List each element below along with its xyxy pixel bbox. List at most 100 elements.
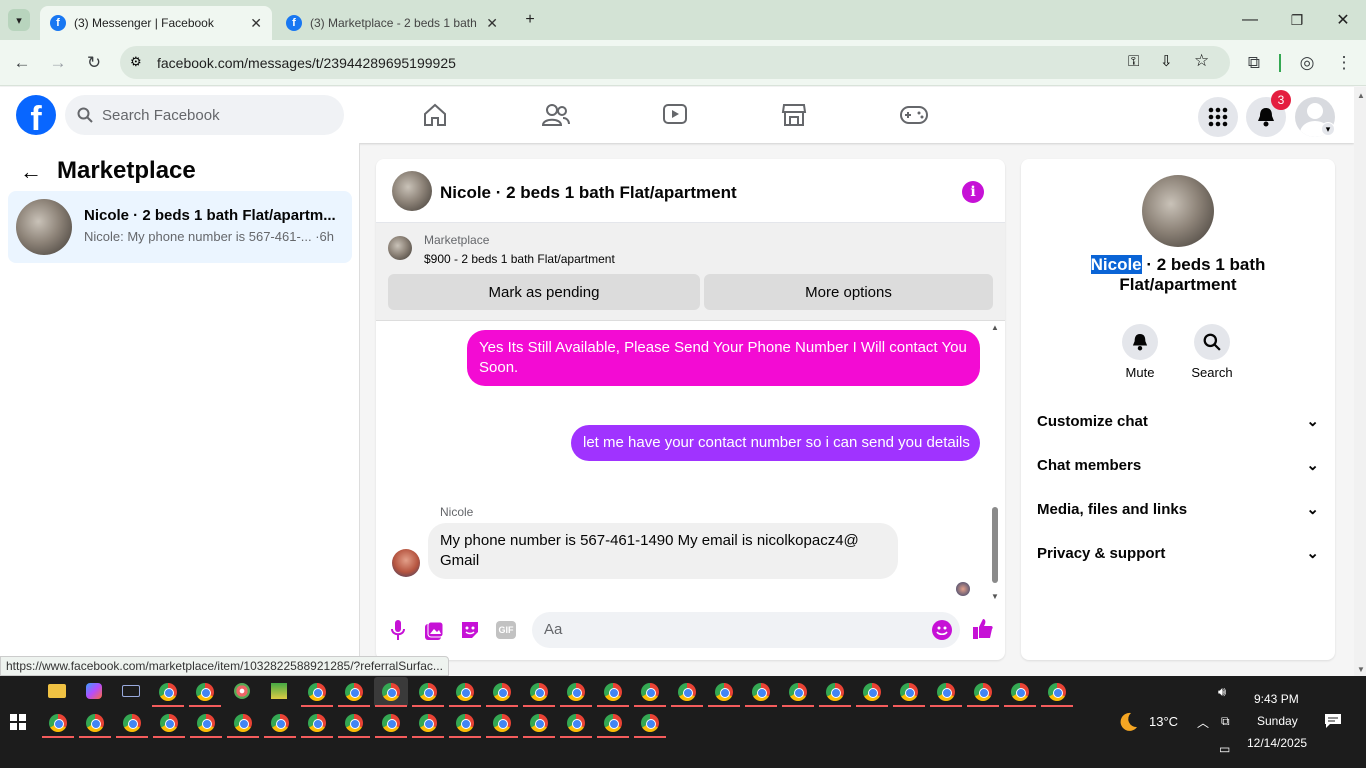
chrome-taskbar-icon[interactable] bbox=[567, 683, 585, 701]
facebook-logo[interactable]: f bbox=[16, 95, 56, 135]
chrome-taskbar-icon[interactable] bbox=[826, 683, 844, 701]
chrome-taskbar-icon[interactable] bbox=[86, 714, 104, 732]
chrome-taskbar-icon[interactable] bbox=[382, 714, 400, 732]
close-tab-icon[interactable]: ✕ bbox=[486, 15, 498, 32]
chrome-taskbar-icon[interactable] bbox=[123, 714, 141, 732]
network-icon[interactable]: ⧉ bbox=[1221, 714, 1230, 729]
chrome-taskbar-icon[interactable] bbox=[493, 683, 511, 701]
more-options-button[interactable]: More options bbox=[704, 274, 993, 310]
sticker-icon[interactable] bbox=[460, 620, 480, 645]
friends-icon[interactable] bbox=[540, 99, 572, 131]
windows-start-icon[interactable] bbox=[10, 714, 26, 735]
chrome-taskbar-icon[interactable] bbox=[567, 714, 585, 732]
chrome-taskbar-icon[interactable] bbox=[604, 683, 622, 701]
chrome-taskbar-icon[interactable] bbox=[382, 683, 400, 701]
back-icon[interactable]: ← bbox=[10, 51, 34, 75]
clock-day[interactable]: Sunday bbox=[1257, 714, 1298, 728]
menu-dots-icon[interactable]: ⋮ bbox=[1332, 51, 1356, 75]
attach-photo-icon[interactable] bbox=[424, 621, 444, 646]
chrome-taskbar-icon[interactable] bbox=[456, 683, 474, 701]
keyboard-icon[interactable] bbox=[122, 685, 140, 697]
chrome-taskbar-icon[interactable] bbox=[456, 714, 474, 732]
nicole-avatar[interactable] bbox=[392, 549, 420, 577]
chrome-taskbar-icon[interactable] bbox=[345, 714, 363, 732]
conversation-item[interactable]: Nicole · 2 beds 1 bath Flat/apartm... Ni… bbox=[8, 191, 352, 263]
address-bar[interactable]: ⚙ facebook.com/messages/t/23944289695199… bbox=[120, 46, 1230, 79]
speaker-icon[interactable]: 🔊︎ bbox=[1218, 684, 1226, 700]
video-icon[interactable] bbox=[659, 99, 691, 131]
notification-center-icon[interactable] bbox=[1324, 713, 1342, 734]
password-key-icon[interactable]: ⚿ bbox=[1128, 53, 1139, 70]
chrome-taskbar-icon[interactable] bbox=[715, 683, 733, 701]
chrome-taskbar-icon[interactable] bbox=[678, 683, 696, 701]
microphone-icon[interactable] bbox=[390, 619, 406, 646]
show-hidden-icons-chevron-icon[interactable]: ︿ bbox=[1197, 714, 1209, 731]
chrome-taskbar-icon[interactable] bbox=[234, 714, 252, 732]
chrome-taskbar-icon[interactable] bbox=[1048, 683, 1066, 701]
tab-search-button[interactable]: ▾ bbox=[8, 9, 30, 31]
chrome-taskbar-icon[interactable] bbox=[530, 714, 548, 732]
account-chevron-icon[interactable]: ▾ bbox=[1321, 122, 1335, 136]
chrome-taskbar-icon[interactable] bbox=[974, 683, 992, 701]
tab-marketplace[interactable]: f (3) Marketplace - 2 beds 1 bath ✕ bbox=[276, 6, 508, 40]
extensions-icon[interactable]: ⧉ bbox=[1242, 51, 1266, 75]
chrome-taskbar-icon[interactable] bbox=[196, 683, 214, 701]
chrome-taskbar-icon[interactable] bbox=[493, 714, 511, 732]
weather-temp[interactable]: 13°C bbox=[1149, 714, 1178, 729]
chrome-taskbar-icon[interactable] bbox=[308, 714, 326, 732]
message-bubble-sent[interactable]: let me have your contact number so i can… bbox=[571, 425, 980, 461]
window-close-icon[interactable]: ✕ bbox=[1331, 8, 1355, 32]
file-explorer-icon[interactable] bbox=[48, 684, 66, 698]
section-chat-members[interactable]: Chat members ⌄ bbox=[1037, 451, 1319, 479]
chrome-taskbar-icon[interactable] bbox=[308, 683, 326, 701]
search-in-chat-button[interactable] bbox=[1194, 324, 1230, 360]
chrome-taskbar-icon[interactable] bbox=[160, 714, 178, 732]
clock-date[interactable]: 12/14/2025 bbox=[1247, 736, 1307, 750]
listing-title[interactable]: $900 - 2 beds 1 bath Flat/apartment bbox=[424, 252, 615, 266]
chrome-taskbar-icon[interactable] bbox=[159, 683, 177, 701]
back-arrow-icon[interactable]: ← bbox=[20, 159, 42, 185]
winrar-icon[interactable] bbox=[271, 683, 287, 699]
bookmark-star-icon[interactable]: ☆ bbox=[1194, 51, 1209, 71]
message-bubble-received[interactable]: My phone number is 567-461-1490 My email… bbox=[428, 523, 898, 579]
tab-messenger[interactable]: f (3) Messenger | Facebook ✕ bbox=[40, 6, 272, 40]
chrome-taskbar-icon[interactable] bbox=[271, 714, 289, 732]
gaming-icon[interactable] bbox=[898, 99, 930, 131]
chat-avatar[interactable] bbox=[392, 171, 432, 211]
chrome-taskbar-icon[interactable] bbox=[345, 683, 363, 701]
section-privacy-support[interactable]: Privacy & support ⌄ bbox=[1037, 539, 1319, 567]
section-customize-chat[interactable]: Customize chat ⌄ bbox=[1037, 407, 1319, 435]
profile-picture[interactable] bbox=[1142, 175, 1214, 247]
chrome-taskbar-icon[interactable] bbox=[641, 683, 659, 701]
mark-as-pending-button[interactable]: Mark as pending bbox=[388, 274, 700, 310]
paint-icon[interactable] bbox=[234, 683, 250, 699]
chrome-taskbar-icon[interactable] bbox=[1011, 683, 1029, 701]
chrome-taskbar-icon[interactable] bbox=[641, 714, 659, 732]
profile-icon[interactable]: ◎ bbox=[1295, 51, 1319, 75]
minimize-icon[interactable]: — bbox=[1238, 8, 1262, 32]
weather-moon-icon[interactable] bbox=[1116, 710, 1140, 734]
chrome-taskbar-icon[interactable] bbox=[49, 714, 67, 732]
display-icon[interactable]: ▭ bbox=[1219, 742, 1230, 756]
home-icon[interactable] bbox=[419, 99, 451, 131]
forward-icon[interactable]: → bbox=[46, 51, 70, 75]
new-tab-icon[interactable]: + bbox=[518, 8, 542, 32]
facebook-search-input[interactable]: Search Facebook bbox=[65, 95, 344, 135]
chat-title[interactable]: Nicole · 2 beds 1 bath Flat/apartment bbox=[440, 183, 737, 203]
conversation-info-icon[interactable]: i bbox=[962, 181, 984, 203]
thumbs-up-icon[interactable] bbox=[972, 618, 994, 645]
chrome-taskbar-icon[interactable] bbox=[752, 683, 770, 701]
reload-icon[interactable]: ↻ bbox=[82, 51, 106, 75]
install-app-icon[interactable]: ⇩ bbox=[1160, 52, 1173, 70]
mute-button[interactable] bbox=[1122, 324, 1158, 360]
menu-grid-icon[interactable] bbox=[1198, 97, 1238, 137]
chrome-taskbar-icon[interactable] bbox=[900, 683, 918, 701]
chrome-taskbar-icon[interactable] bbox=[419, 683, 437, 701]
marketplace-icon[interactable] bbox=[778, 99, 810, 131]
chrome-taskbar-icon[interactable] bbox=[789, 683, 807, 701]
chrome-taskbar-icon[interactable] bbox=[197, 714, 215, 732]
close-tab-icon[interactable]: ✕ bbox=[250, 15, 262, 32]
page-scrollbar[interactable]: ▲ ▼ bbox=[1354, 87, 1366, 676]
chrome-taskbar-icon[interactable] bbox=[937, 683, 955, 701]
clock-time[interactable]: 9:43 PM bbox=[1254, 692, 1299, 706]
